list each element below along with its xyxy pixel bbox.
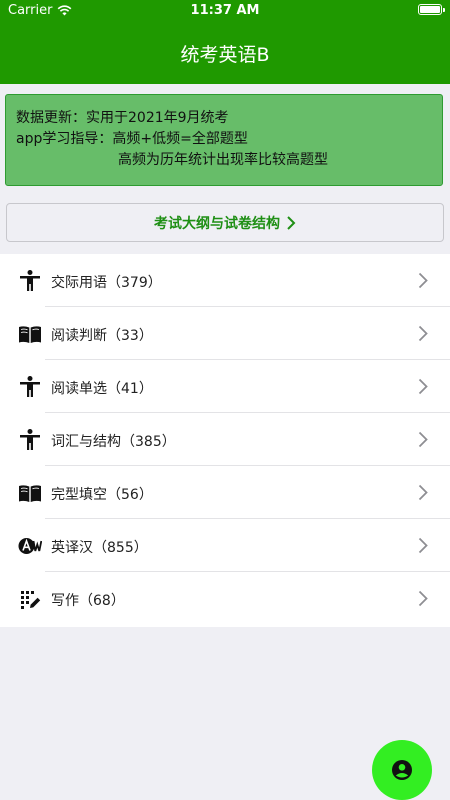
- list-item-label: 词汇与结构（385）: [51, 434, 176, 450]
- list-item-communication[interactable]: 交际用语（379）: [0, 254, 450, 307]
- book-icon: [19, 326, 41, 343]
- write-icon: [21, 591, 41, 609]
- list-item-translation[interactable]: 英译汉（855）: [0, 519, 450, 572]
- info-guide-note: 高频为历年统计出现率比较高题型: [118, 152, 328, 168]
- person-icon: [20, 376, 40, 397]
- info-guide-text: app学习指导：高频+低频=全部题型: [16, 131, 248, 147]
- page-title: 统考英语B: [180, 44, 270, 66]
- chevron-right-icon: [287, 215, 296, 230]
- list-item-vocabulary[interactable]: 词汇与结构（385）: [0, 413, 450, 466]
- chevron-right-icon: [418, 325, 428, 342]
- chevron-right-icon: [418, 590, 428, 607]
- syllabus-button[interactable]: 考试大纲与试卷结构: [6, 203, 444, 242]
- category-list: 交际用语（379） 阅读判断（33） 阅读单选（41） 词汇与结构（385） 完…: [0, 254, 450, 627]
- list-item-writing[interactable]: 写作（68）: [0, 572, 450, 625]
- list-item-label: 英译汉（855）: [51, 540, 148, 556]
- header-bar: Carrier 11:37 AM 统考英语B: [0, 0, 450, 84]
- person-icon: [20, 270, 40, 291]
- list-item-label: 完型填空（56）: [51, 487, 153, 503]
- info-update-text: 数据更新：实用于2021年9月统考: [16, 110, 229, 126]
- chevron-right-icon: [418, 378, 428, 395]
- person-icon: [20, 429, 40, 450]
- syllabus-button-label: 考试大纲与试卷结构: [154, 215, 280, 232]
- info-panel: 数据更新：实用于2021年9月统考 app学习指导：高频+低频=全部题型 高频为…: [5, 94, 443, 186]
- battery-icon: [418, 4, 445, 15]
- list-item-label: 交际用语（379）: [51, 275, 162, 291]
- status-bar: Carrier 11:37 AM: [0, 0, 450, 22]
- profile-button[interactable]: [372, 740, 432, 800]
- list-item-label: 阅读判断（33）: [51, 328, 153, 344]
- translate-icon: [18, 538, 42, 554]
- book-icon: [19, 485, 41, 502]
- chevron-right-icon: [418, 431, 428, 448]
- list-item-reading-judgment[interactable]: 阅读判断（33）: [0, 307, 450, 360]
- account-icon: [392, 760, 412, 780]
- list-item-cloze[interactable]: 完型填空（56）: [0, 466, 450, 519]
- status-time: 11:37 AM: [190, 3, 260, 18]
- chevron-right-icon: [418, 272, 428, 289]
- list-item-label: 写作（68）: [51, 593, 125, 609]
- chevron-right-icon: [418, 484, 428, 501]
- chevron-right-icon: [418, 537, 428, 554]
- list-item-label: 阅读单选（41）: [51, 381, 153, 397]
- list-item-reading-choice[interactable]: 阅读单选（41）: [0, 360, 450, 413]
